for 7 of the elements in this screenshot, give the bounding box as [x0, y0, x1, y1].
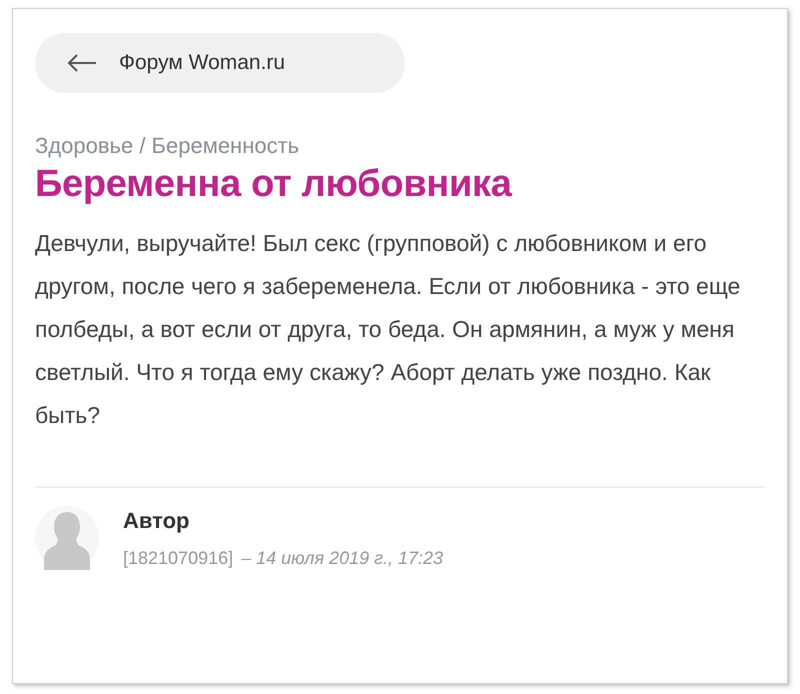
author-id: [1821070916]: [123, 546, 234, 570]
post-text: Девчули, выручайте! Был секс (групповой) с любовником и его другом, после чего я забеременела. Если от любовника - это еще полбеды, а вот если от друга, то беда. Он армянин, а муж у меня светлый. Что я тогда ему скажу? Аборт делать уже поздно. Как быть?: [35, 228, 742, 430]
back-arrow-icon: [67, 53, 97, 73]
topic-title: Беременна от любовника: [35, 162, 514, 207]
post-date: – 14 июля 2019 г., 17:23: [241, 546, 444, 570]
author-name[interactable]: Автор: [123, 504, 444, 537]
back-button[interactable]: Форум Woman.ru: [35, 33, 405, 93]
